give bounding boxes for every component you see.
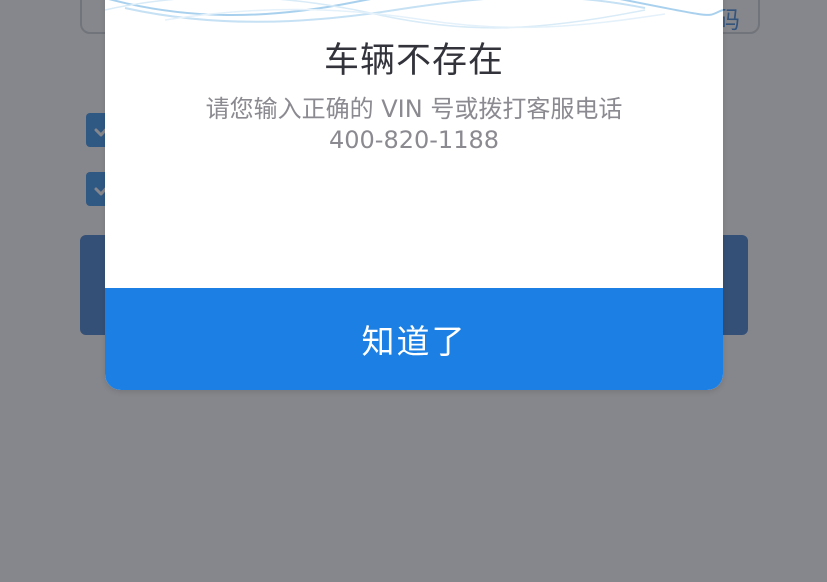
dialog-title: 车辆不存在 [323,41,504,81]
alert-dialog: 车辆不存在 请您输入正确的 VIN 号或拨打客服电话 400-820-1188 … [105,0,723,390]
dialog-message: 请您输入正确的 VIN 号或拨打客服电话 400-820-1188 [145,94,683,156]
customer-service-phone: 400-820-1188 [328,126,499,154]
confirm-button[interactable]: 知道了 [105,288,723,390]
dialog-message-line: 请您输入正确的 VIN 号或拨打客服电话 [205,95,623,123]
screen: 码 车辆不存在 请您输入正确的 VIN 号或拨打客服电话 400-820-118… [0,0,827,582]
